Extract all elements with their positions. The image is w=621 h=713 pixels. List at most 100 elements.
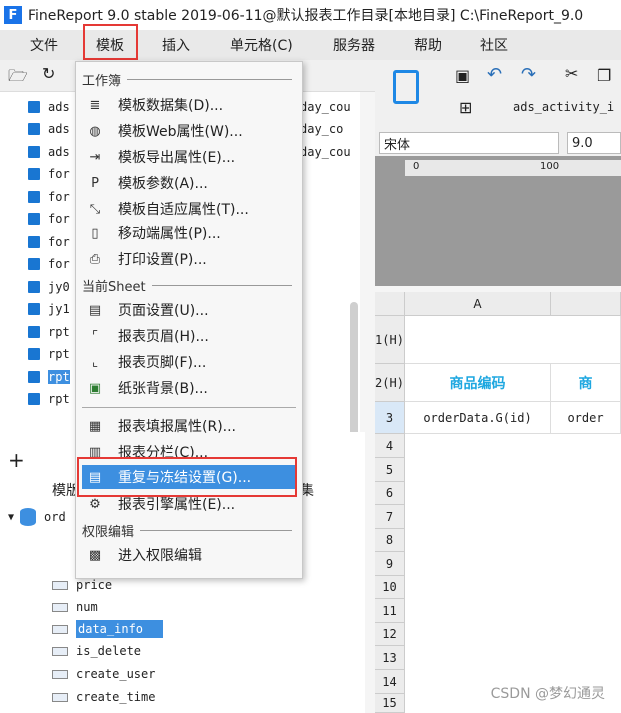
- database-icon: ≣: [89, 97, 101, 113]
- menu-insert[interactable]: 插入: [162, 30, 190, 60]
- corner-cell[interactable]: [375, 292, 405, 316]
- field-item-selected[interactable]: data_info: [52, 618, 164, 640]
- field-item[interactable]: create_user: [52, 663, 155, 685]
- menu-file[interactable]: 文件: [30, 30, 58, 60]
- refresh-icon[interactable]: ↻: [42, 64, 55, 83]
- menu-item-export-attr[interactable]: ⇥ 模板导出属性(E)...: [82, 145, 296, 169]
- tree-item[interactable]: rpt: [28, 343, 70, 365]
- field-item[interactable]: num: [52, 596, 98, 618]
- row-header[interactable]: 8: [375, 529, 405, 552]
- row-header[interactable]: 11: [375, 599, 405, 623]
- menu-separator: [82, 407, 296, 408]
- tree-item[interactable]: jy0: [28, 276, 70, 298]
- tree-item[interactable]: rpt: [28, 388, 70, 410]
- menu-item-page-setup[interactable]: ▤ 页面设置(U)...: [82, 298, 296, 322]
- menu-server[interactable]: 服务器: [333, 30, 375, 60]
- row-header[interactable]: 4: [375, 434, 405, 458]
- field-icon: [52, 602, 68, 612]
- menu-item-mobile-attr[interactable]: ▯ 移动端属性(P)...: [82, 221, 296, 245]
- menu-item-template-param[interactable]: P 模板参数(A)...: [82, 171, 296, 195]
- cell-b2[interactable]: 商: [551, 364, 621, 402]
- report-file-icon: [28, 258, 40, 270]
- row-header[interactable]: 14: [375, 670, 405, 694]
- table-icon[interactable]: ⊞: [459, 98, 472, 117]
- field-icon: [52, 669, 68, 679]
- save-icon[interactable]: ▣: [455, 66, 470, 85]
- tree-item[interactable]: jy1: [28, 298, 70, 320]
- redo-icon[interactable]: ↷: [521, 64, 536, 85]
- copy-icon[interactable]: ❐: [597, 66, 611, 85]
- report-file-icon: [28, 348, 40, 360]
- font-family-select[interactable]: 宋体: [379, 132, 559, 154]
- param-icon: P: [91, 175, 99, 191]
- field-icon: [52, 692, 68, 702]
- folder-icon[interactable]: 🗁: [8, 65, 28, 92]
- field-item[interactable]: is_delete: [52, 640, 141, 662]
- menu-item-paper-background[interactable]: ▣ 纸张背景(B)...: [82, 376, 296, 400]
- report-file-icon: [28, 303, 40, 315]
- tree-item-selected[interactable]: rpt: [28, 366, 70, 388]
- undo-icon[interactable]: ↶: [487, 64, 502, 85]
- globe-icon: ◍: [89, 123, 101, 139]
- cell-a1[interactable]: [405, 316, 621, 364]
- row-header[interactable]: 1(H): [375, 316, 405, 364]
- row-header[interactable]: 12: [375, 623, 405, 646]
- menu-community[interactable]: 社区: [480, 30, 508, 60]
- field-icon: [52, 624, 68, 634]
- menu-item-report-footer[interactable]: ⌞ 报表页脚(F)...: [82, 350, 296, 374]
- cell-a2[interactable]: 商品编码: [405, 364, 551, 402]
- tree-item[interactable]: for: [28, 208, 70, 230]
- menu-item-report-header[interactable]: ⌜ 报表页眉(H)...: [82, 324, 296, 348]
- menu-help[interactable]: 帮助: [414, 30, 442, 60]
- database-icon: [20, 508, 37, 526]
- row-header[interactable]: 10: [375, 576, 405, 599]
- section-permission: 权限编辑: [82, 521, 292, 540]
- row-header[interactable]: 15: [375, 694, 405, 713]
- ruler-area: 0 100: [375, 156, 621, 286]
- menu-item-permission-edit[interactable]: ▩ 进入权限编辑: [82, 543, 296, 567]
- section-current-sheet: 当前Sheet: [82, 276, 292, 295]
- expand-icon[interactable]: ▼: [8, 512, 14, 523]
- tree-item[interactable]: for: [28, 231, 70, 253]
- cut-icon[interactable]: ✂: [565, 64, 578, 83]
- cell-b3[interactable]: order: [551, 402, 621, 434]
- menu-item-print-settings[interactable]: ⎙ 打印设置(P)...: [82, 247, 296, 271]
- cell-a3[interactable]: orderData.G(id): [405, 402, 551, 434]
- tree-item[interactable]: ads: [28, 118, 70, 140]
- field-item[interactable]: create_time: [52, 686, 155, 708]
- tree-item[interactable]: rpt: [28, 321, 70, 343]
- dataset-name: ads_activity_i: [513, 100, 615, 114]
- row-header[interactable]: 9: [375, 552, 405, 576]
- tree-item[interactable]: for: [28, 163, 70, 185]
- column-header-b[interactable]: [551, 292, 621, 316]
- app-logo-icon: F: [4, 6, 22, 24]
- tree-item[interactable]: for: [28, 186, 70, 208]
- report-file-icon: [28, 191, 40, 203]
- column-header-a[interactable]: A: [405, 292, 551, 316]
- row-header[interactable]: 3: [375, 402, 405, 434]
- tree-item[interactable]: ads: [28, 141, 70, 163]
- row-header[interactable]: 2(H): [375, 364, 405, 402]
- row-header[interactable]: 6: [375, 482, 405, 505]
- menu-cell[interactable]: 单元格(C): [230, 30, 293, 60]
- tree-item[interactable]: for: [28, 253, 70, 275]
- section-workbook: 工作簿: [82, 70, 292, 89]
- font-bar: 宋体 9.0: [375, 130, 621, 156]
- tree-item[interactable]: ads: [28, 96, 70, 118]
- permission-icon: ▩: [88, 547, 102, 563]
- menu-item-template-dataset[interactable]: ≣ 模板数据集(D)...: [82, 93, 296, 117]
- page-icon: ▤: [88, 302, 102, 318]
- menu-item-adaptive-attr[interactable]: ⤡ 模板自适应属性(T)...: [82, 197, 296, 221]
- add-dataset-button[interactable]: +: [8, 448, 25, 472]
- menu-item-web-attr[interactable]: ◍ 模板Web属性(W)...: [82, 119, 296, 143]
- font-size-select[interactable]: 9.0: [567, 132, 621, 154]
- row-header[interactable]: 13: [375, 646, 405, 670]
- row-header[interactable]: 5: [375, 458, 405, 482]
- report-file-icon: [28, 146, 40, 158]
- datasource-node[interactable]: ▼ ord: [8, 508, 66, 526]
- menu-item-fill-attr[interactable]: ▦ 报表填报属性(R)...: [82, 414, 296, 438]
- dataset-icon[interactable]: [393, 70, 419, 104]
- row-header[interactable]: 7: [375, 505, 405, 529]
- form-icon: ▦: [88, 418, 102, 434]
- field-icon: [52, 646, 68, 656]
